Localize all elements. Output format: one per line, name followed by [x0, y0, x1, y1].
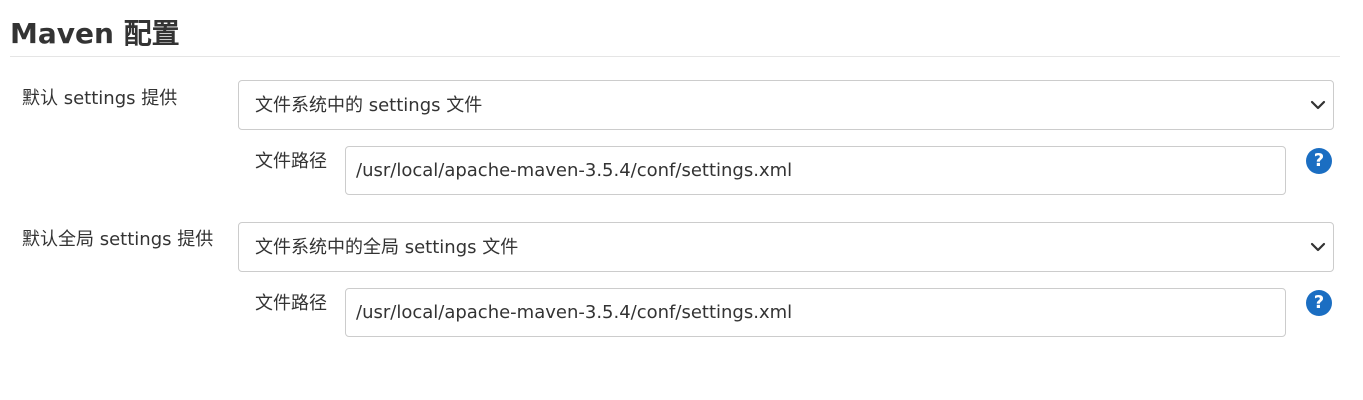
- help-question-icon[interactable]: ?: [1306, 290, 1332, 316]
- global-settings-path-input[interactable]: [345, 288, 1286, 337]
- settings-path-input[interactable]: [345, 146, 1286, 195]
- settings-path-label: 文件路径: [255, 151, 327, 172]
- chevron-down-icon: [1310, 242, 1326, 252]
- settings-provider-select[interactable]: 文件系统中的 settings 文件: [238, 80, 1334, 130]
- global-settings-provider-select[interactable]: 文件系统中的全局 settings 文件: [238, 222, 1334, 272]
- global-settings-path-label: 文件路径: [255, 293, 327, 314]
- settings-provider-selected: 文件系统中的 settings 文件: [255, 95, 483, 116]
- help-question-icon[interactable]: ?: [1306, 148, 1332, 174]
- chevron-down-icon: [1310, 100, 1326, 110]
- section-title: Maven 配置: [10, 17, 180, 50]
- settings-provider-label: 默认 settings 提供: [22, 88, 178, 109]
- global-settings-provider-selected: 文件系统中的全局 settings 文件: [255, 237, 519, 258]
- global-settings-provider-label: 默认全局 settings 提供: [22, 229, 214, 250]
- title-divider: [10, 56, 1340, 57]
